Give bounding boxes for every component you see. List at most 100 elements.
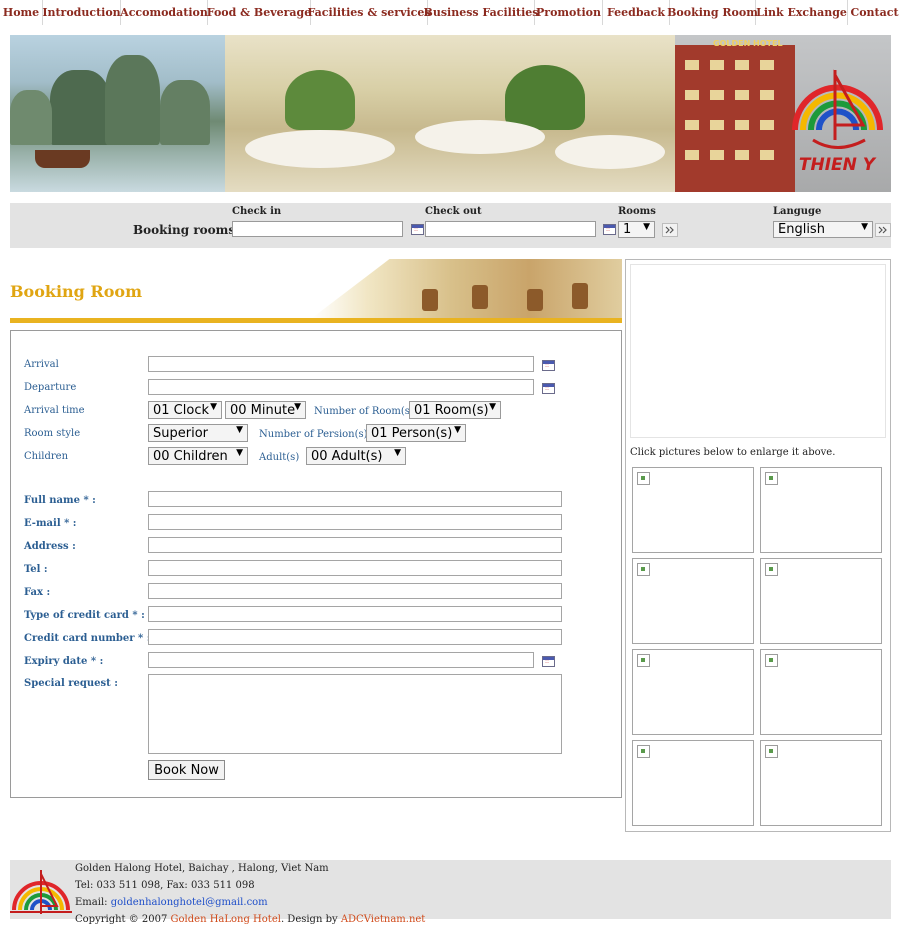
departure-input[interactable] xyxy=(148,379,534,395)
children-select[interactable]: 00 Children ▼ xyxy=(148,447,248,465)
hour-select[interactable]: 01 Clock ▼ xyxy=(148,401,222,419)
children-label: Children xyxy=(24,451,69,462)
adults-label: Adult(s) xyxy=(259,452,300,463)
broken-image-icon xyxy=(765,745,778,758)
nav-feedback[interactable]: Feedback xyxy=(603,0,670,25)
rooms-value: 1 xyxy=(623,222,632,237)
room-style-label: Room style xyxy=(24,428,81,439)
search-go-icon[interactable] xyxy=(662,223,678,237)
broken-image-icon xyxy=(765,654,778,667)
footer-address: Golden Halong Hotel, Baichay , Halong, V… xyxy=(75,863,329,874)
expiry-calendar-icon[interactable] xyxy=(542,656,555,667)
fax-input[interactable] xyxy=(148,583,562,599)
tel-input[interactable] xyxy=(148,560,562,576)
arrival-label: Arrival xyxy=(24,359,59,370)
checkin-input[interactable] xyxy=(232,221,403,237)
num-persons-value: 01 Person(s) xyxy=(371,425,453,441)
gallery-thumbnail[interactable] xyxy=(760,558,882,644)
checkout-input[interactable] xyxy=(425,221,596,237)
nav-home[interactable]: Home xyxy=(0,0,43,25)
header-divider xyxy=(10,318,622,323)
nav-business-facilities[interactable]: Business Facilities xyxy=(424,0,538,25)
nav-contact[interactable]: Contact xyxy=(848,0,901,25)
special-request-textarea[interactable] xyxy=(148,674,562,754)
gallery-thumbnail[interactable] xyxy=(760,649,882,735)
fullname-input[interactable] xyxy=(148,491,562,507)
nav-link-exchange[interactable]: Link Exchange xyxy=(756,0,848,25)
minute-value: 00 Minute xyxy=(230,402,296,418)
minute-select[interactable]: 00 Minute ▼ xyxy=(225,401,306,419)
chevron-down-icon: ▼ xyxy=(394,448,401,458)
checkin-calendar-icon[interactable] xyxy=(411,224,424,235)
footer-copyright-line: Copyright © 2007 Golden HaLong Hotel. De… xyxy=(75,914,425,925)
card-number-label: Credit card number * : xyxy=(24,633,151,644)
chevron-down-icon: ▼ xyxy=(294,402,301,412)
adults-value: 00 Adult(s) xyxy=(311,448,383,464)
footer-logo-icon xyxy=(10,870,72,914)
thien-y-logo-icon: THIEN Y xyxy=(792,69,883,175)
quick-booking-bar: Booking rooms Check in Check out Rooms 1… xyxy=(10,203,891,248)
nav-facilities-services[interactable]: Facilities & services xyxy=(307,0,431,25)
adults-select[interactable]: 00 Adult(s) ▼ xyxy=(306,447,406,465)
footer-phone: Tel: 033 511 098, Fax: 033 511 098 xyxy=(75,880,255,891)
gallery-thumbnail[interactable] xyxy=(632,649,754,735)
chevron-down-icon: ▼ xyxy=(489,402,496,412)
num-rooms-select[interactable]: 01 Room(s) ▼ xyxy=(409,401,501,419)
email-input[interactable] xyxy=(148,514,562,530)
expiry-input[interactable] xyxy=(148,652,534,668)
footer-hotel-link[interactable]: Golden HaLong Hotel xyxy=(171,914,281,925)
footer: Golden Halong Hotel, Baichay , Halong, V… xyxy=(10,860,891,925)
language-select[interactable]: English ▼ xyxy=(773,221,873,238)
fax-label: Fax : xyxy=(24,587,51,598)
footer-email-link[interactable]: goldenhalonghotel@gmail.com xyxy=(111,897,268,908)
chevron-down-icon: ▼ xyxy=(454,425,461,435)
gallery-thumbnail[interactable] xyxy=(632,467,754,553)
banner-hotel-photo: GOLDEN HOTEL THIEN Y xyxy=(675,35,891,192)
header-banner: GOLDEN HOTEL THIEN Y xyxy=(10,35,891,192)
footer-design-link[interactable]: ADCVietnam.net xyxy=(341,914,426,925)
gallery-thumbnail[interactable] xyxy=(760,467,882,553)
footer-email-line: Email: goldenhalonghotel@gmail.com xyxy=(75,897,268,908)
num-persons-select[interactable]: 01 Person(s) ▼ xyxy=(366,424,466,442)
chevron-down-icon: ▼ xyxy=(210,402,217,412)
language-go-icon[interactable] xyxy=(875,223,891,237)
nav-introduction[interactable]: Introduction xyxy=(42,0,121,25)
language-label: Languge xyxy=(773,206,822,217)
broken-image-icon xyxy=(637,654,650,667)
fullname-label: Full name * : xyxy=(24,495,96,506)
room-style-select[interactable]: Superior ▼ xyxy=(148,424,248,442)
special-request-label: Special request : xyxy=(24,678,118,689)
nav-booking-room[interactable]: Booking Room xyxy=(667,0,758,25)
address-label: Address : xyxy=(24,541,76,552)
gallery-main-image xyxy=(630,264,886,438)
address-input[interactable] xyxy=(148,537,562,553)
top-navigation: Home Introduction Accomodation Food & Be… xyxy=(0,0,901,25)
photo-gallery: Click pictures below to enlarge it above… xyxy=(625,259,891,832)
language-value: English xyxy=(778,222,825,237)
tel-label: Tel : xyxy=(24,564,48,575)
hour-value: 01 Clock xyxy=(153,402,209,418)
card-number-input[interactable] xyxy=(148,629,562,645)
checkout-calendar-icon[interactable] xyxy=(603,224,616,235)
nav-accomodation[interactable]: Accomodation xyxy=(120,0,208,25)
broken-image-icon xyxy=(637,472,650,485)
num-rooms-value: 01 Room(s) xyxy=(414,402,489,418)
card-type-label: Type of credit card * : xyxy=(24,610,145,621)
nav-food-beverage[interactable]: Food & Beverage xyxy=(207,0,311,25)
gallery-thumbnail[interactable] xyxy=(760,740,882,826)
departure-calendar-icon[interactable] xyxy=(542,383,555,394)
broken-image-icon xyxy=(765,563,778,576)
gallery-note: Click pictures below to enlarge it above… xyxy=(630,447,836,458)
arrival-input[interactable] xyxy=(148,356,534,372)
nav-promotion[interactable]: Promotion xyxy=(535,0,603,25)
card-type-input[interactable] xyxy=(148,606,562,622)
booking-rooms-label: Booking rooms xyxy=(133,223,236,237)
rooms-select[interactable]: 1 ▼ xyxy=(618,221,655,238)
arrival-time-label: Arrival time xyxy=(24,405,85,416)
gallery-thumbnail[interactable] xyxy=(632,558,754,644)
expiry-label: Expiry date * : xyxy=(24,656,104,667)
arrival-calendar-icon[interactable] xyxy=(542,360,555,371)
gallery-thumbnail[interactable] xyxy=(632,740,754,826)
book-now-button[interactable]: Book Now xyxy=(148,760,225,780)
num-persons-label: Number of Persion(s) xyxy=(259,429,368,440)
